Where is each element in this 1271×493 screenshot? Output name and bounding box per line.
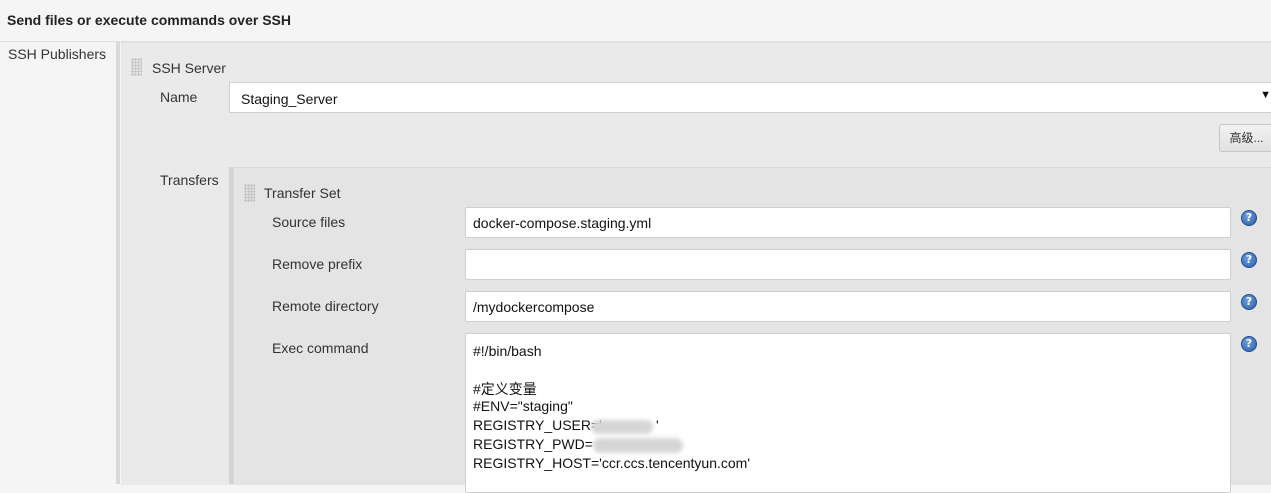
help-icon[interactable]: ? (1241, 294, 1257, 310)
exec-command-label: Exec command (272, 340, 369, 356)
redacted-value (593, 438, 683, 453)
source-files-label: Source files (272, 214, 346, 230)
server-name-select[interactable]: Staging_Server ▼ (229, 82, 1271, 113)
drag-handle-icon[interactable] (244, 184, 255, 202)
redacted-value (591, 420, 653, 434)
help-icon[interactable]: ? (1241, 252, 1257, 268)
ssh-server-heading: SSH Server (152, 60, 226, 76)
remote-directory-input[interactable]: /mydockercompose (465, 291, 1231, 322)
server-name-value: Staging_Server (241, 91, 338, 107)
help-icon[interactable]: ? (1241, 210, 1257, 226)
code-line: #定义变量 (473, 381, 537, 397)
code-line-suffix: ' (656, 417, 659, 433)
transfers-label: Transfers (160, 172, 219, 188)
advanced-button[interactable]: 高级... (1219, 124, 1271, 152)
code-line: #ENV="staging" (473, 398, 573, 414)
source-files-input[interactable]: docker-compose.staging.yml (465, 207, 1231, 238)
transfer-drag-bar[interactable] (229, 167, 234, 484)
code-line: REGISTRY_HOST='ccr.ccs.tencentyun.com' (473, 455, 751, 471)
page-title: Send files or execute commands over SSH (7, 12, 291, 28)
source-files-value: docker-compose.staging.yml (473, 215, 652, 231)
remote-directory-label: Remote directory (272, 298, 379, 314)
exec-command-textarea[interactable]: #!/bin/bash #定义变量 #ENV="staging" REGISTR… (465, 333, 1231, 493)
code-line: REGISTRY_USER=' (473, 417, 602, 433)
drag-handle-icon[interactable] (131, 58, 142, 76)
code-line: #!/bin/bash (473, 343, 542, 359)
publisher-drag-bar[interactable] (116, 42, 120, 484)
remove-prefix-label: Remove prefix (272, 256, 363, 272)
remote-directory-value: /mydockercompose (473, 299, 595, 315)
name-label: Name (160, 89, 198, 105)
remove-prefix-input[interactable] (465, 249, 1231, 280)
transfer-set-heading: Transfer Set (264, 185, 341, 201)
ssh-publishers-label: SSH Publishers (8, 46, 107, 62)
dropdown-arrow-icon: ▼ (1260, 89, 1271, 101)
code-line: REGISTRY_PWD= (473, 436, 593, 452)
help-icon[interactable]: ? (1241, 336, 1257, 352)
